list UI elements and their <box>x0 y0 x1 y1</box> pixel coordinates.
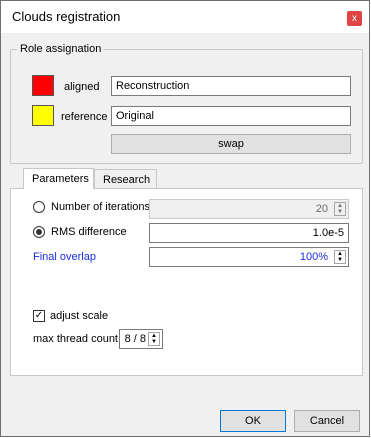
spin-arrows-icon[interactable]: ▲ ▼ <box>148 332 160 346</box>
close-icon[interactable]: x <box>347 11 362 26</box>
rms-label: RMS difference <box>51 226 127 238</box>
adjust-scale-label: adjust scale <box>50 310 109 322</box>
dialog-window: Clouds registration x Role assignation a… <box>0 0 370 437</box>
iterations-label: Number of iterations <box>51 201 151 213</box>
final-overlap-label: Final overlap <box>33 251 96 263</box>
thread-count-spinbox[interactable]: 8 / 8 ▲ ▼ <box>119 329 163 349</box>
aligned-color-swatch[interactable] <box>32 75 54 96</box>
thread-count-label: max thread count <box>33 333 118 345</box>
spin-arrows-icon: ▲ ▼ <box>334 202 346 216</box>
reference-label: reference <box>61 111 108 123</box>
ok-button[interactable]: OK <box>220 410 286 432</box>
spin-arrows-icon[interactable]: ▲ ▼ <box>334 250 346 264</box>
aligned-cloud-field[interactable]: Reconstruction <box>111 76 351 96</box>
swap-button[interactable]: swap <box>111 134 351 154</box>
aligned-label: aligned <box>64 81 100 93</box>
rms-radio[interactable] <box>33 226 45 238</box>
tab-research[interactable]: Research <box>94 169 157 189</box>
final-overlap-spinbox[interactable]: 100% ▲ ▼ <box>149 247 349 267</box>
adjust-scale-checkbox[interactable]: ✓ <box>33 310 45 322</box>
tab-parameters[interactable]: Parameters <box>23 168 94 189</box>
rms-difference-field[interactable]: 1.0e-5 <box>149 223 349 243</box>
reference-color-swatch[interactable] <box>32 105 54 126</box>
iterations-spinbox: 20 ▲ ▼ <box>149 199 349 219</box>
iterations-radio[interactable] <box>33 201 45 213</box>
thread-count-value: 8 / 8 <box>124 333 146 345</box>
radio-selected-dot <box>36 229 42 235</box>
reference-cloud-field[interactable]: Original <box>111 106 351 126</box>
window-title: Clouds registration <box>12 9 121 24</box>
final-overlap-value: 100% <box>299 251 328 263</box>
role-assignation-title: Role assignation <box>17 43 105 55</box>
title-bar: Clouds registration x <box>1 1 369 33</box>
cancel-button[interactable]: Cancel <box>294 410 360 432</box>
iterations-value: 20 <box>315 203 328 215</box>
